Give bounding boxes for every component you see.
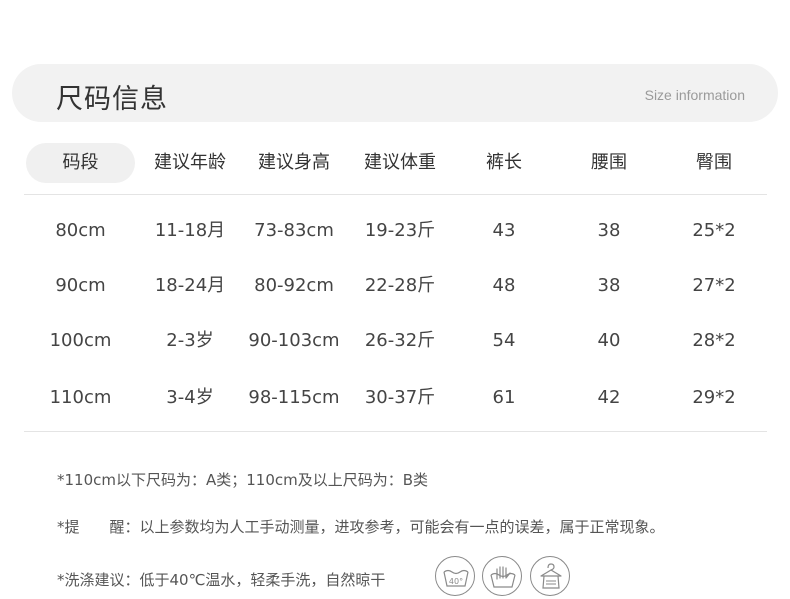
table-bottom-divider — [24, 431, 767, 432]
table-cell: 19-23斤 — [364, 220, 436, 241]
table-cell: 18-24月 — [154, 275, 226, 296]
table-cell: 22-28斤 — [364, 275, 436, 296]
table-cell: 38 — [597, 220, 621, 241]
table-row: 80cm 11-18月 73-83cm 19-23斤 43 38 25*2 — [24, 211, 767, 251]
table-cell: 100cm — [49, 330, 112, 351]
table-cell: 90cm — [55, 275, 106, 296]
table-cell: 80cm — [55, 220, 106, 241]
table-cell: 90-103cm — [248, 330, 340, 351]
size-class-note: *110cm以下尺码为：A类；110cm及以上尺码为：B类 — [57, 471, 429, 489]
table-cell: 2-3岁 — [166, 330, 214, 351]
table-row: 100cm 2-3岁 90-103cm 26-32斤 54 40 28*2 — [24, 321, 767, 361]
table-cell: 3-4岁 — [166, 387, 214, 408]
table-row: 110cm 3-4岁 98-115cm 30-37斤 61 42 29*2 — [24, 378, 767, 418]
hand-wash-icon — [482, 556, 522, 596]
table-cell: 30-37斤 — [364, 387, 436, 408]
table-cell: 28*2 — [692, 330, 736, 351]
table-cell: 42 — [597, 387, 621, 408]
wash-note: *洗涤建议：低于40℃温水，轻柔手洗，自然晾干 — [57, 571, 386, 589]
page-title: 尺码信息 — [56, 84, 168, 115]
table-cell: 26-32斤 — [364, 330, 436, 351]
hang-dry-icon — [530, 556, 570, 596]
column-header: 腰围 — [591, 152, 627, 173]
table-cell: 38 — [597, 275, 621, 296]
table-cell: 11-18月 — [154, 220, 226, 241]
table-cell: 98-115cm — [248, 387, 340, 408]
table-header-divider — [24, 194, 767, 195]
table-cell: 25*2 — [692, 220, 736, 241]
column-header: 建议体重 — [364, 152, 436, 173]
reminder-note: *提 醒：以上参数均为人工手动测量，进攻参考，可能会有一点的误差，属于正常现象。 — [57, 516, 665, 537]
reminder-label: *提 醒： — [57, 518, 140, 536]
table-cell: 43 — [492, 220, 516, 241]
table-cell: 110cm — [49, 387, 112, 408]
column-header: 码段 — [62, 152, 99, 173]
table-cell: 27*2 — [692, 275, 736, 296]
column-header: 建议身高 — [258, 152, 330, 173]
table-cell: 61 — [492, 387, 516, 408]
column-header: 建议年龄 — [154, 152, 226, 173]
page-subtitle: Size information — [644, 87, 745, 103]
table-cell: 73-83cm — [254, 220, 334, 241]
table-cell: 48 — [492, 275, 516, 296]
table-cell: 40 — [597, 330, 621, 351]
reminder-text: 以上参数均为人工手动测量，进攻参考，可能会有一点的误差，属于正常现象。 — [139, 518, 665, 536]
table-cell: 80-92cm — [254, 275, 334, 296]
table-cell: 54 — [492, 330, 516, 351]
column-header: 臀围 — [696, 152, 732, 173]
table-row: 90cm 18-24月 80-92cm 22-28斤 48 38 27*2 — [24, 266, 767, 306]
wash-temperature-label: 40° — [449, 577, 463, 586]
column-header: 裤长 — [486, 152, 522, 173]
header-bar: 尺码信息 Size information — [12, 64, 778, 122]
table-header-row: 码段 建议年龄 建议身高 建议体重 裤长 腰围 臀围 — [24, 143, 767, 183]
wash-40-icon: 40° — [435, 556, 475, 596]
table-cell: 29*2 — [692, 387, 736, 408]
